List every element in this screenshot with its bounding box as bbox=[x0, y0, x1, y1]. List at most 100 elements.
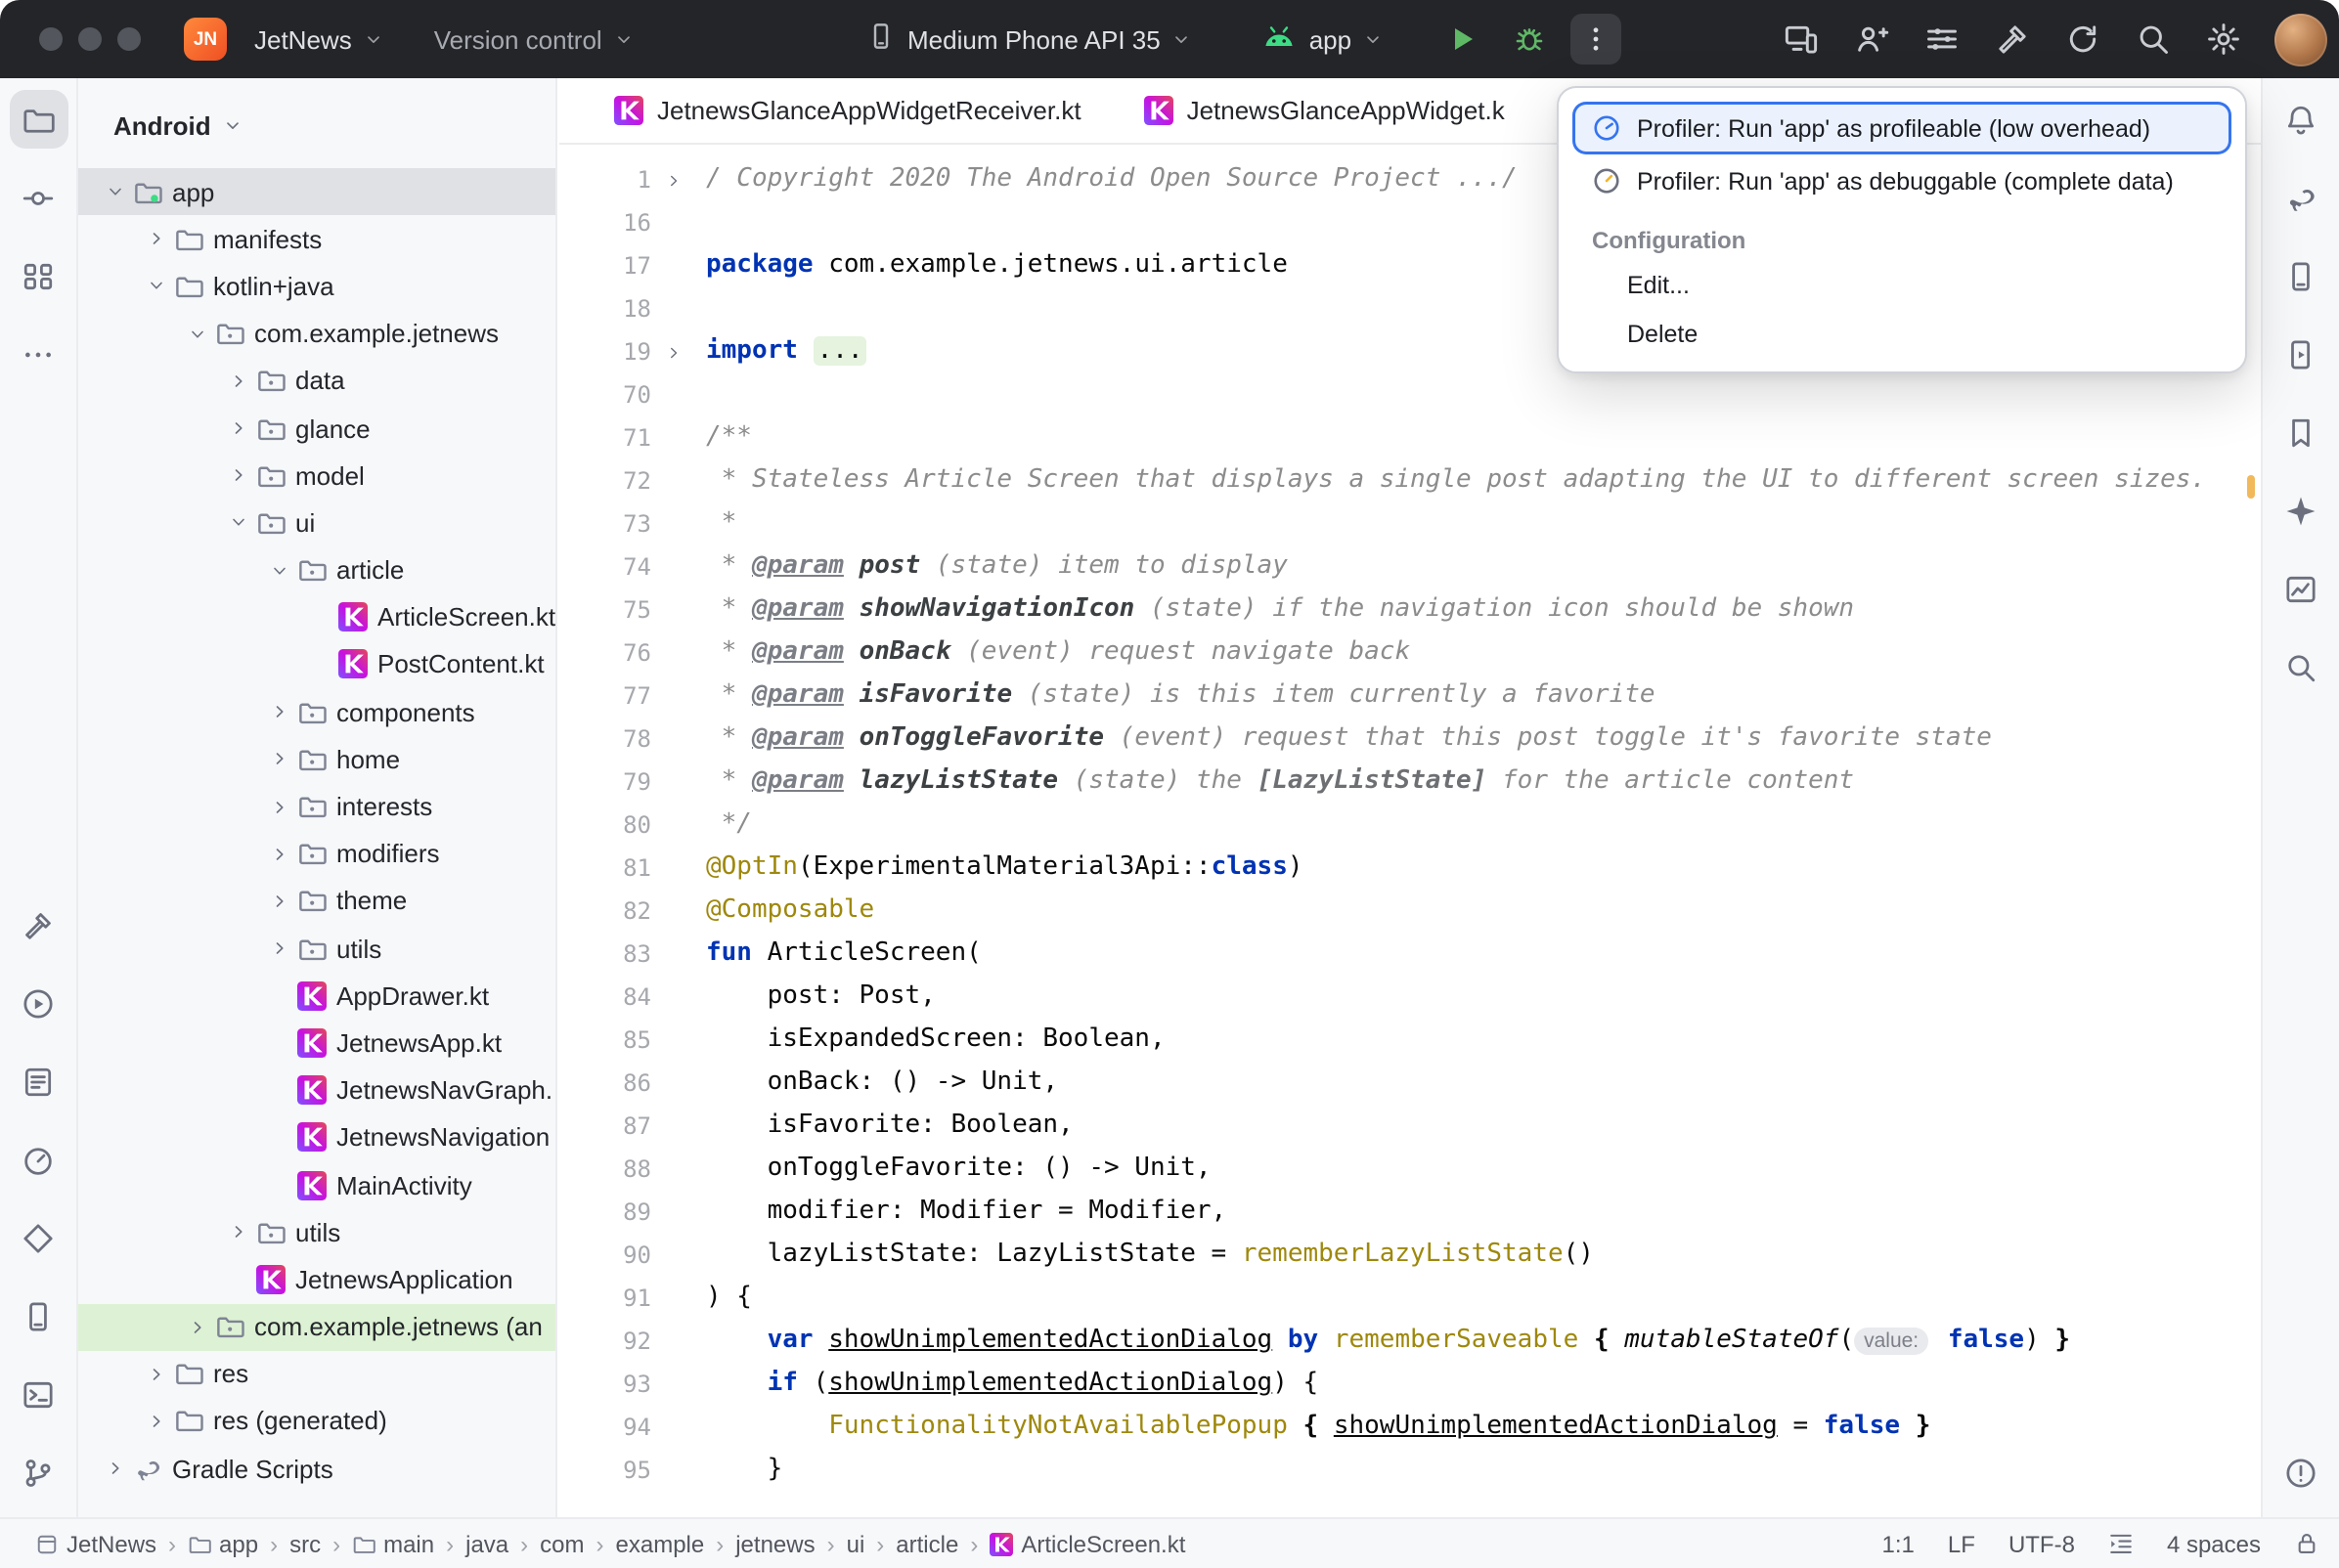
tree-item-jetnewsapp-kt[interactable]: JetnewsApp.kt bbox=[78, 1020, 555, 1067]
tree-toggle-icon[interactable] bbox=[266, 935, 293, 962]
tree-item-data[interactable]: data bbox=[78, 358, 555, 405]
run-configurations-icon[interactable] bbox=[1922, 20, 1962, 59]
build-icon[interactable] bbox=[9, 895, 67, 954]
tree-toggle-icon[interactable] bbox=[184, 1313, 211, 1340]
tree-item-postcontent-kt[interactable]: PostContent.kt bbox=[78, 641, 555, 688]
breadcrumb-item-articlescreen-kt[interactable]: ArticleScreen.kt bbox=[990, 1530, 1185, 1557]
code-line[interactable]: 76 * @param onBack (event) request navig… bbox=[559, 632, 2261, 675]
project-icon[interactable] bbox=[9, 90, 67, 149]
gemini-icon[interactable] bbox=[2272, 481, 2330, 540]
code-line[interactable]: 93 if (showUnimplementedActionDialog) { bbox=[559, 1363, 2261, 1406]
tree-toggle-icon[interactable] bbox=[184, 320, 211, 347]
terminal-icon[interactable] bbox=[9, 1365, 67, 1423]
code-line[interactable]: 84 post: Post, bbox=[559, 976, 2261, 1019]
editor-layout-icon[interactable] bbox=[2108, 1531, 2134, 1556]
project-widget[interactable]: JetNews bbox=[243, 12, 395, 66]
code-line[interactable]: 75 * @param showNavigationIcon (state) i… bbox=[559, 588, 2261, 632]
todo-icon[interactable] bbox=[9, 1052, 67, 1111]
profiler-icon[interactable] bbox=[9, 1130, 67, 1189]
code-line[interactable]: 85 isExpandedScreen: Boolean, bbox=[559, 1019, 2261, 1062]
tree-item-jetnewsnavgraph[interactable]: JetnewsNavGraph. bbox=[78, 1067, 555, 1113]
tree-item-theme[interactable]: theme bbox=[78, 878, 555, 925]
editor-tab-jetnewsglanceappwidget-k[interactable]: JetnewsGlanceAppWidget.k bbox=[1113, 78, 1536, 143]
structure-icon[interactable] bbox=[9, 246, 67, 305]
find-icon[interactable] bbox=[2272, 637, 2330, 696]
fold-toggle-icon[interactable] bbox=[651, 330, 694, 373]
code-line[interactable]: 92 var showUnimplementedActionDialog by … bbox=[559, 1320, 2261, 1363]
tree-item-app[interactable]: app bbox=[78, 168, 555, 215]
editor-tab-jetnewsglanceappwidgetreceiver-kt[interactable]: JetnewsGlanceAppWidgetReceiver.kt bbox=[583, 78, 1113, 143]
tree-item-mainactivity[interactable]: MainActivity bbox=[78, 1161, 555, 1208]
more-actions-button[interactable] bbox=[1570, 14, 1621, 65]
tree-item-jetnewsnavigation[interactable]: JetnewsNavigation bbox=[78, 1114, 555, 1161]
tree-item-res-generated[interactable]: res (generated) bbox=[78, 1398, 555, 1445]
caret-position-widget[interactable]: 1:1 bbox=[1882, 1530, 1915, 1557]
breadcrumb-item-main[interactable]: main bbox=[352, 1530, 434, 1557]
window-minimize-button[interactable] bbox=[78, 27, 102, 51]
code-line[interactable]: 95 } bbox=[559, 1449, 2261, 1492]
code-line[interactable]: 82@Composable bbox=[559, 890, 2261, 933]
tree-toggle-icon[interactable] bbox=[266, 840, 293, 867]
tree-item-modifiers[interactable]: modifiers bbox=[78, 830, 555, 877]
debug-button[interactable] bbox=[1504, 14, 1555, 65]
tree-toggle-icon[interactable] bbox=[143, 273, 170, 300]
tree-toggle-icon[interactable] bbox=[143, 1361, 170, 1388]
code-line[interactable]: 73 * bbox=[559, 502, 2261, 545]
popup-action-delete[interactable]: Delete bbox=[1572, 309, 2231, 358]
breadcrumb-item-article[interactable]: article bbox=[896, 1530, 958, 1557]
tree-item-ui[interactable]: ui bbox=[78, 500, 555, 546]
tree-item-model[interactable]: model bbox=[78, 452, 555, 499]
fold-toggle-icon[interactable] bbox=[651, 158, 694, 201]
tree-toggle-icon[interactable] bbox=[225, 1218, 252, 1245]
code-line[interactable]: 77 * @param isFavorite (state) is this i… bbox=[559, 675, 2261, 718]
tree-item-gradle-scripts[interactable]: Gradle Scripts bbox=[78, 1445, 555, 1492]
breadcrumb-item-src[interactable]: src bbox=[289, 1530, 321, 1557]
run-button[interactable] bbox=[1437, 14, 1488, 65]
tree-item-home[interactable]: home bbox=[78, 736, 555, 783]
version-control-icon[interactable] bbox=[9, 1443, 67, 1502]
code-line[interactable]: 71/** bbox=[559, 416, 2261, 459]
code-line[interactable]: 90 lazyListState: LazyListState = rememb… bbox=[559, 1234, 2261, 1277]
breadcrumb-item-java[interactable]: java bbox=[465, 1530, 508, 1557]
tree-toggle-icon[interactable] bbox=[225, 509, 252, 537]
popup-item-profiler-run-app-as-profile[interactable]: Profiler: Run 'app' as profileable (low … bbox=[1572, 102, 2231, 154]
breadcrumb-item-com[interactable]: com bbox=[540, 1530, 584, 1557]
tree-item-glance[interactable]: glance bbox=[78, 405, 555, 452]
tree-item-utils[interactable]: utils bbox=[78, 1208, 555, 1255]
tree-toggle-icon[interactable] bbox=[225, 414, 252, 442]
device-manager-icon[interactable] bbox=[2272, 246, 2330, 305]
device-mirroring-icon[interactable] bbox=[1782, 20, 1821, 59]
code-line[interactable]: 91) { bbox=[559, 1277, 2261, 1320]
more-tools-icon[interactable] bbox=[9, 325, 67, 383]
app-quality-insights-icon[interactable] bbox=[2272, 559, 2330, 618]
code-line[interactable]: 79 * @param lazyListState (state) the [L… bbox=[559, 761, 2261, 804]
bookmarks-icon[interactable] bbox=[2272, 403, 2330, 461]
tree-toggle-icon[interactable] bbox=[225, 368, 252, 395]
code-line[interactable]: 70 bbox=[559, 373, 2261, 416]
tree-toggle-icon[interactable] bbox=[143, 226, 170, 253]
tree-item-com-example-jetnews-an[interactable]: com.example.jetnews (an bbox=[78, 1303, 555, 1350]
code-line[interactable]: 83fun ArticleScreen( bbox=[559, 933, 2261, 976]
breadcrumb-item-app[interactable]: app bbox=[188, 1530, 258, 1557]
notifications-icon[interactable] bbox=[2272, 90, 2330, 149]
user-avatar[interactable] bbox=[2274, 13, 2327, 65]
tree-item-components[interactable]: components bbox=[78, 688, 555, 735]
popup-item-profiler-run-app-as-debugga[interactable]: Profiler: Run 'app' as debuggable (compl… bbox=[1572, 154, 2231, 207]
code-line[interactable]: 81@OptIn(ExperimentalMaterial3Api::class… bbox=[559, 847, 2261, 890]
run-icon[interactable] bbox=[9, 974, 67, 1032]
problems-icon[interactable] bbox=[2272, 1443, 2330, 1502]
code-line[interactable]: 72 * Stateless Article Screen that displ… bbox=[559, 459, 2261, 502]
tree-toggle-icon[interactable] bbox=[102, 1455, 129, 1482]
lock-icon[interactable] bbox=[2294, 1531, 2319, 1556]
breadcrumb-item-jetnews[interactable]: JetNews bbox=[35, 1530, 156, 1557]
breadcrumb-item-ui[interactable]: ui bbox=[847, 1530, 865, 1557]
tree-item-kotlin-java[interactable]: kotlin+java bbox=[78, 263, 555, 310]
tree-item-article[interactable]: article bbox=[78, 546, 555, 593]
tree-toggle-icon[interactable] bbox=[225, 461, 252, 489]
tree-toggle-icon[interactable] bbox=[266, 888, 293, 915]
running-devices-icon[interactable] bbox=[2272, 325, 2330, 383]
tree-toggle-icon[interactable] bbox=[102, 178, 129, 205]
code-line[interactable]: 87 isFavorite: Boolean, bbox=[559, 1105, 2261, 1148]
tree-item-res[interactable]: res bbox=[78, 1350, 555, 1397]
indent-widget[interactable]: 4 spaces bbox=[2167, 1530, 2261, 1557]
